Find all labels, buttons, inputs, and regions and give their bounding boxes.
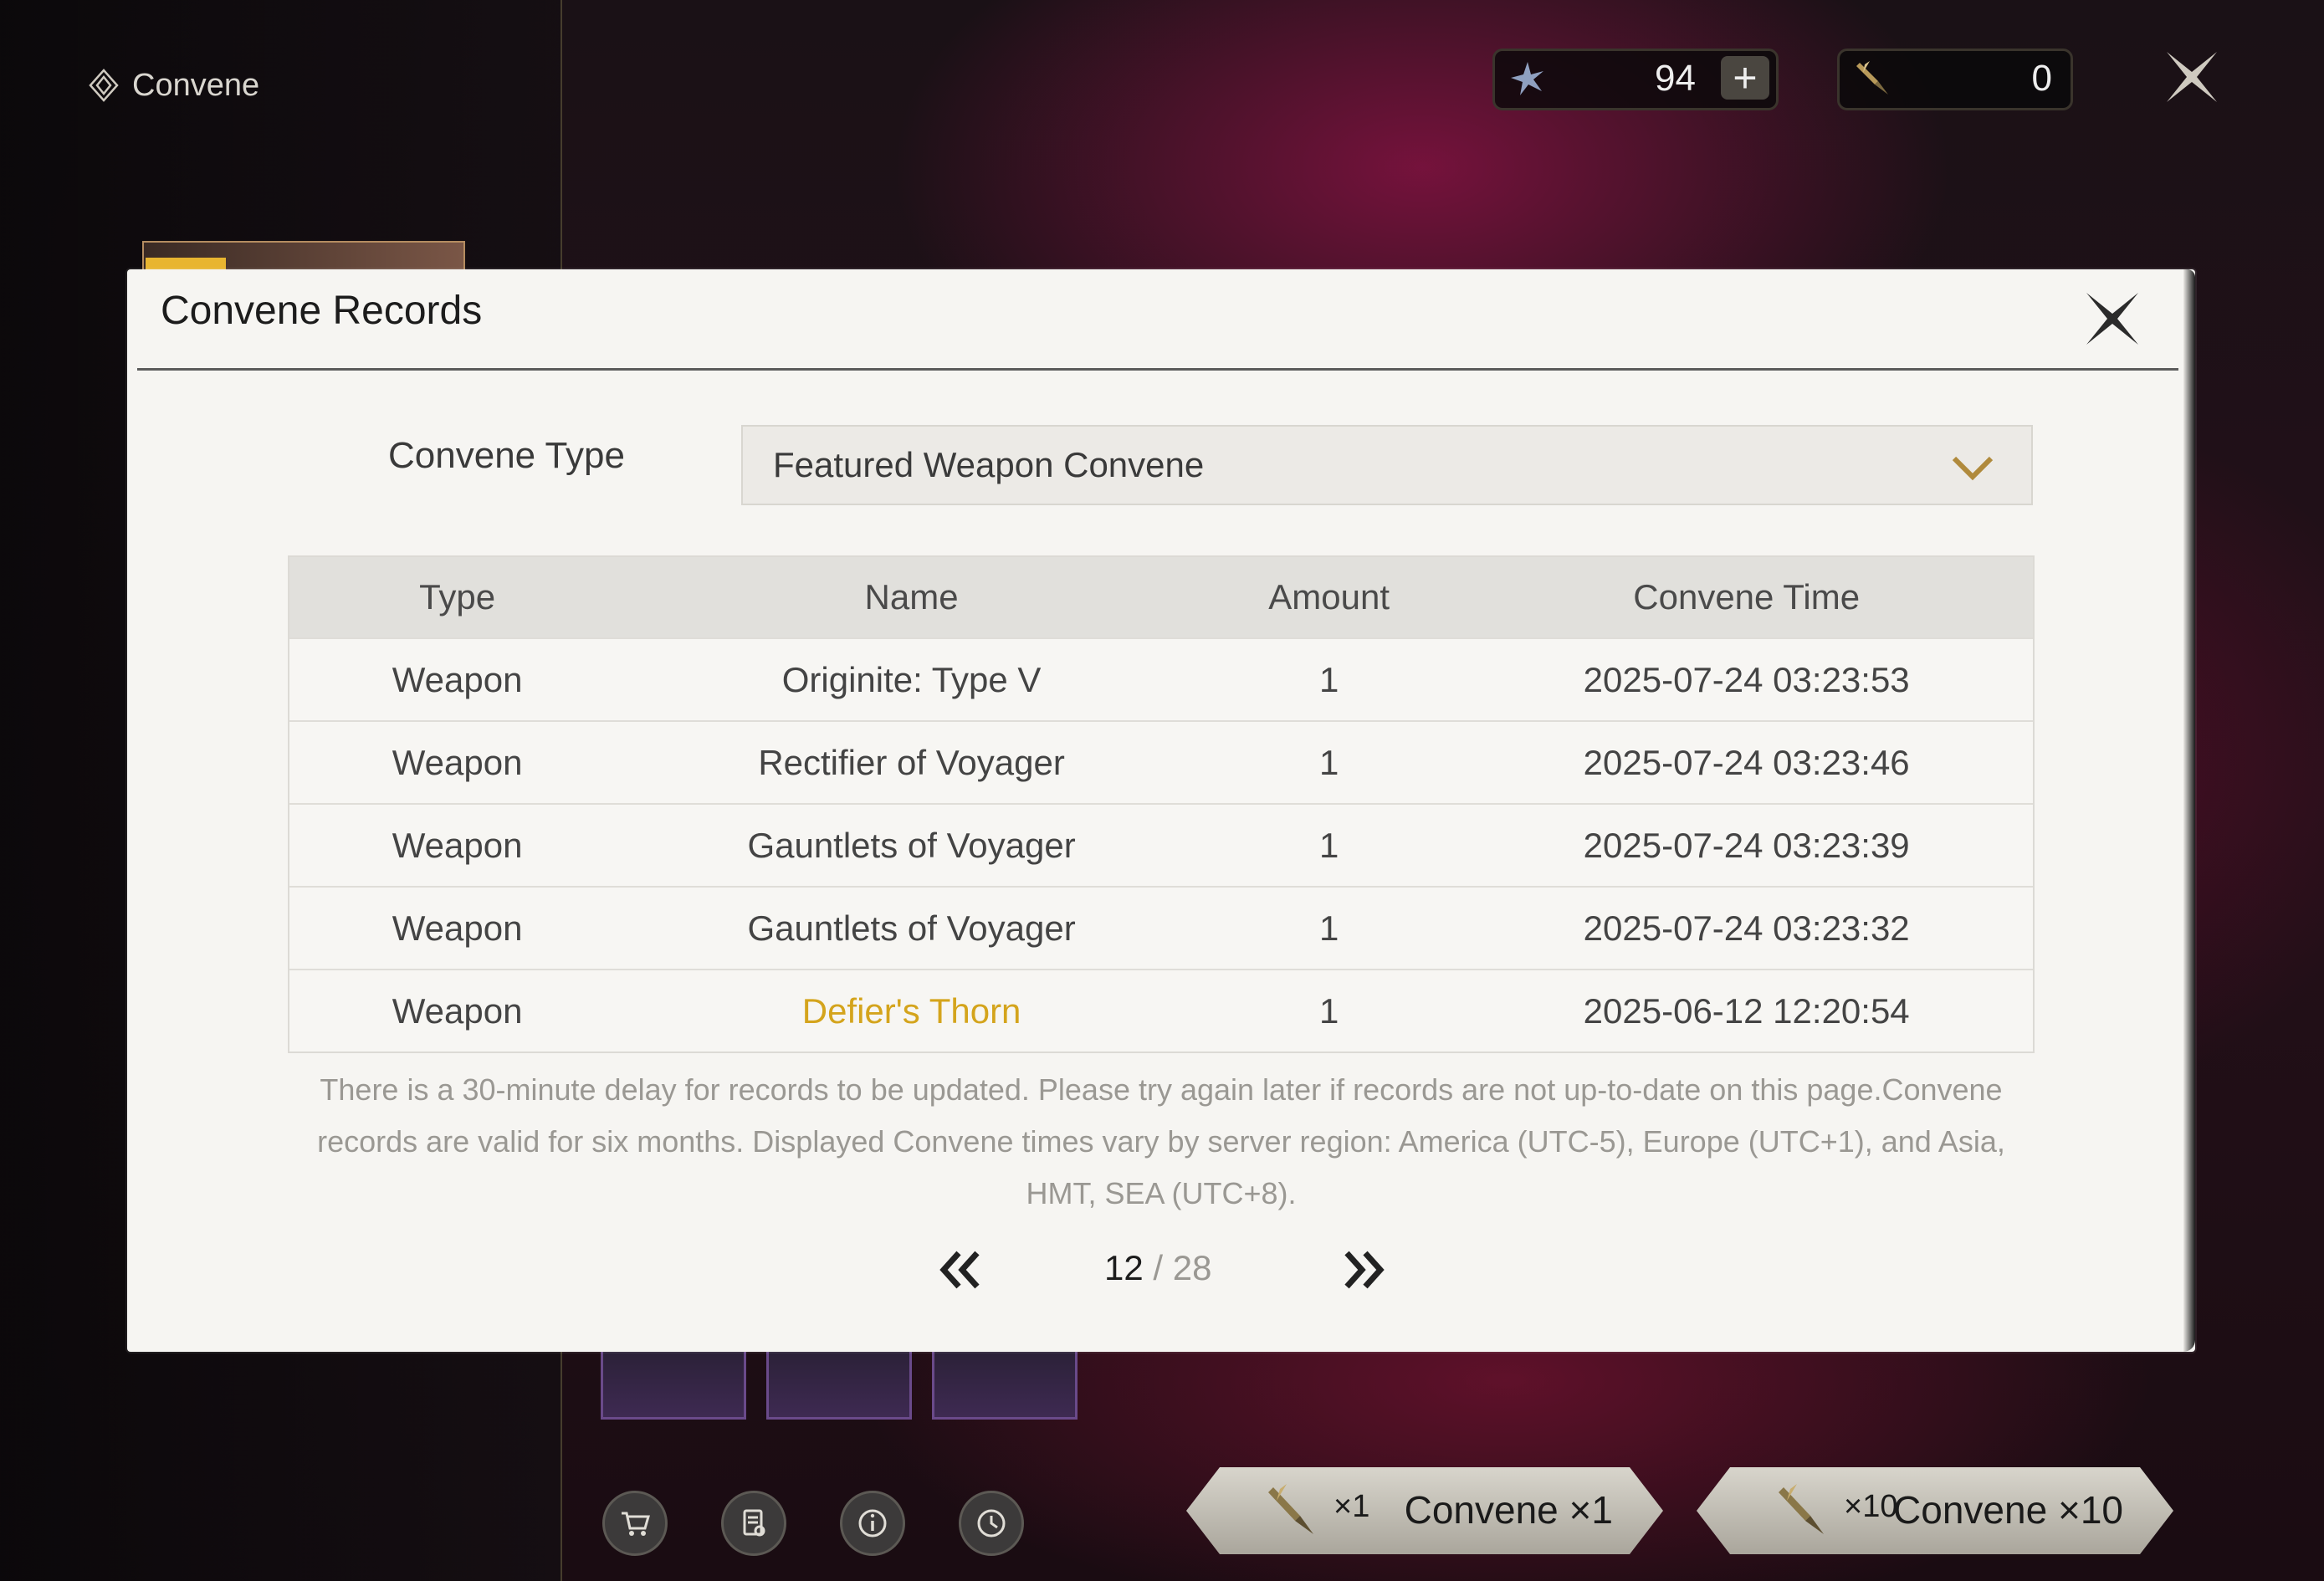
record-type: Weapon <box>392 742 523 782</box>
shop-button[interactable] <box>602 1491 668 1556</box>
add-astrite-button[interactable]: + <box>1721 56 1769 100</box>
record-time: 2025-07-24 03:23:46 <box>1583 742 1910 782</box>
convene-type-label: Convene Type <box>388 435 625 476</box>
current-page: 12 <box>1104 1248 1144 1287</box>
record-type: Weapon <box>392 908 523 948</box>
convene-type-dropdown[interactable]: Featured Weapon Convene <box>741 425 2033 505</box>
convene-x1-count: ×1 <box>1333 1489 1370 1524</box>
convene-x1-button[interactable]: ×1 Convene ×1 <box>1186 1467 1663 1554</box>
double-chevron-right-icon[interactable] <box>1339 1246 1389 1293</box>
total-pages: 28 <box>1172 1248 1212 1287</box>
record-type: Weapon <box>392 990 523 1031</box>
table-row: Weapon Rectifier of Voyager 1 2025-07-24… <box>289 722 2033 805</box>
record-name: Gauntlets of Voyager <box>747 908 1076 948</box>
weapon-thumbnail[interactable] <box>766 1347 912 1420</box>
column-header-time: Convene Time <box>1633 577 1861 617</box>
forging-tide-counter: 0 <box>1837 49 2073 110</box>
page-indicator: 12 / 28 <box>1104 1248 1211 1288</box>
bottom-toolbar <box>602 1491 1024 1556</box>
table-row: Weapon Gauntlets of Voyager 1 2025-07-24… <box>289 805 2033 888</box>
weapon-thumbnail[interactable] <box>932 1347 1078 1420</box>
details-icon <box>743 1509 765 1537</box>
column-header-type: Type <box>419 577 496 617</box>
info-button[interactable] <box>840 1491 905 1556</box>
record-type: Weapon <box>392 825 523 865</box>
info-icon <box>858 1509 887 1538</box>
convene-type-value: Featured Weapon Convene <box>773 445 1205 484</box>
record-time: 2025-07-24 03:23:39 <box>1583 825 1910 865</box>
table-row: Weapon Originite: Type V 1 2025-07-24 03… <box>289 639 2033 722</box>
convene-records-dialog: Convene Records Convene Type Featured We… <box>127 269 2195 1352</box>
astrite-counter: 94 + <box>1492 49 1779 110</box>
dialog-edge <box>2183 269 2195 1352</box>
table-header-row: Type Name Amount Convene Time <box>289 557 2033 639</box>
weapon-thumbnails <box>601 1347 1078 1420</box>
record-name: Rectifier of Voyager <box>758 742 1065 782</box>
forging-tide-icon <box>1774 1482 1829 1539</box>
convene-x1-label: Convene ×1 <box>1404 1488 1613 1532</box>
table-row: Weapon Gauntlets of Voyager 1 2025-07-24… <box>289 888 2033 970</box>
record-name: Originite: Type V <box>781 659 1042 699</box>
details-button[interactable] <box>721 1491 786 1556</box>
record-amount: 1 <box>1318 659 1339 699</box>
close-icon[interactable] <box>2162 47 2222 107</box>
app-title-label: Convene <box>132 67 260 103</box>
record-name: Gauntlets of Voyager <box>747 825 1076 865</box>
close-icon[interactable] <box>2081 288 2143 350</box>
convene-logo-icon <box>89 69 119 102</box>
record-time: 2025-07-24 03:23:32 <box>1583 908 1910 948</box>
app-title: Convene <box>87 62 259 109</box>
records-table: Type Name Amount Convene Time Weapon Ori… <box>288 555 2035 1053</box>
cart-icon <box>622 1512 650 1536</box>
astrite-icon <box>1511 62 1543 95</box>
record-amount: 1 <box>1318 742 1339 782</box>
records-delay-note: There is a 30-minute delay for records t… <box>317 1072 2005 1210</box>
record-amount: 1 <box>1318 825 1339 865</box>
record-amount: 1 <box>1318 990 1339 1031</box>
convene-x10-button[interactable]: ×10 Convene ×10 <box>1697 1467 2173 1554</box>
dialog-title: Convene Records <box>161 289 483 333</box>
convene-x10-label: Convene ×10 <box>1893 1488 2123 1532</box>
forging-tide-value: 0 <box>2031 58 2052 99</box>
astrite-value: 94 <box>1655 58 1696 99</box>
forging-tide-icon <box>1263 1482 1318 1539</box>
page-separator: / <box>1153 1248 1164 1287</box>
convene-x10-count: ×10 <box>1844 1489 1898 1524</box>
weapon-thumbnail[interactable] <box>601 1347 746 1420</box>
title-divider <box>137 368 2178 371</box>
history-button[interactable] <box>959 1491 1024 1556</box>
forging-tide-icon <box>1856 61 1888 95</box>
record-name-five-star: Defier's Thorn <box>801 990 1021 1031</box>
record-amount: 1 <box>1318 908 1339 948</box>
record-type: Weapon <box>392 659 523 699</box>
record-time: 2025-06-12 12:20:54 <box>1583 990 1910 1031</box>
double-chevron-left-icon[interactable] <box>935 1246 985 1293</box>
pagination: 12 / 28 <box>127 1241 2195 1308</box>
history-icon <box>977 1509 1006 1538</box>
column-header-amount: Amount <box>1268 577 1390 617</box>
table-row: Weapon Defier's Thorn 1 2025-06-12 12:20… <box>289 970 2033 1051</box>
column-header-name: Name <box>864 577 959 617</box>
chevron-down-icon <box>1952 456 1994 481</box>
record-time: 2025-07-24 03:23:53 <box>1583 659 1910 699</box>
